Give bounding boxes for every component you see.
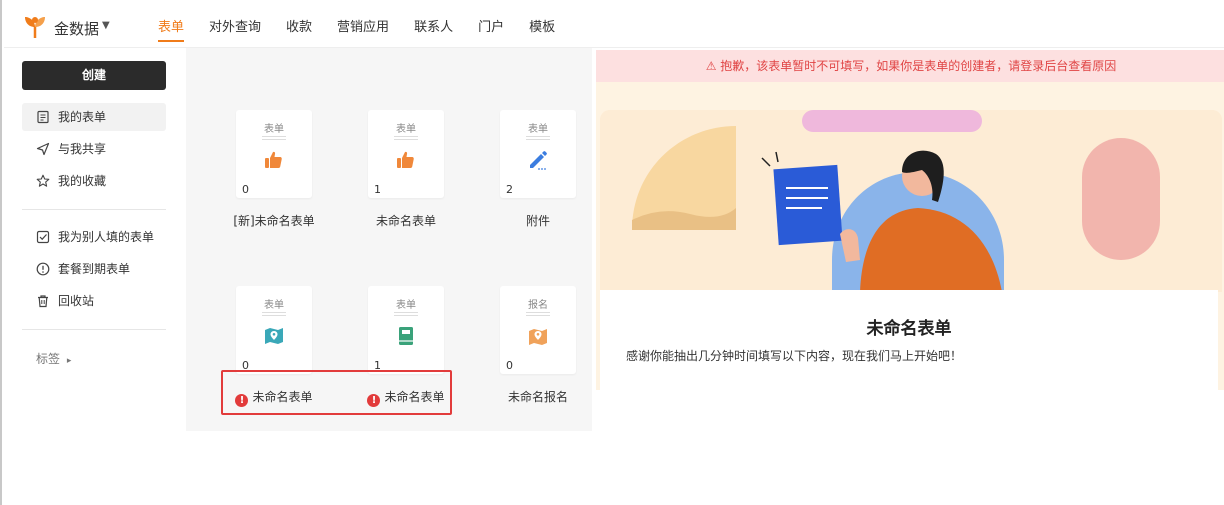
form-submission-count: 0: [242, 183, 249, 196]
form-submission-count: 1: [374, 183, 381, 196]
tags-label: 标签: [36, 352, 61, 366]
book-icon: [399, 327, 413, 345]
form-type-label: 表单: [264, 124, 284, 135]
form-title: 未命名表单: [866, 319, 952, 339]
sidebar-item-label: 我为别人填的表单: [58, 230, 155, 244]
form-name-text: 未命名表单: [375, 214, 436, 228]
sidebar-divider: [22, 209, 166, 210]
nav-tab-forms[interactable]: 表单: [158, 0, 185, 48]
form-submission-count: 2: [506, 183, 513, 196]
sidebar-item-label: 我的收藏: [58, 174, 107, 188]
map-pin-icon: [265, 328, 283, 344]
nav-tab-templates[interactable]: 模板: [529, 0, 555, 48]
sidebar-item-recycle-bin[interactable]: 回收站: [22, 287, 166, 315]
form-name[interactable]: 未命名报名: [478, 388, 598, 405]
brand-logo-icon: [25, 17, 45, 38]
nav-tab-contacts[interactable]: 联系人: [414, 0, 453, 48]
checkbox-icon: [36, 230, 50, 244]
workspace-name[interactable]: 金数据: [54, 18, 99, 39]
exclamation-circle-icon: [36, 262, 50, 276]
star-icon: [36, 174, 50, 187]
create-button[interactable]: 创建: [22, 61, 166, 90]
form-type-label: 表单: [264, 300, 284, 311]
form-card[interactable]: 表单 2: [500, 110, 576, 198]
form-card[interactable]: 表单 0: [236, 110, 312, 198]
card-divider: [262, 136, 286, 140]
form-card[interactable]: 表单 1: [368, 286, 444, 374]
form-type-label: 报名: [528, 300, 548, 311]
workspace-dropdown-caret-icon[interactable]: ▼: [102, 20, 110, 31]
tags-toggle[interactable]: 标签 ▸: [36, 350, 71, 367]
main-nav: 表单 对外查询 收款 营销应用 联系人 门户 模板: [158, 0, 580, 48]
sidebar-item-label: 我的表单: [58, 110, 107, 124]
app-window: 金数据 ▼ 表单 对外查询 收款 营销应用 联系人 门户 模板 创建 我的表单 …: [0, 0, 1224, 505]
document-icon: [37, 110, 49, 124]
top-navigation: 金数据 ▼ 表单 对外查询 收款 营销应用 联系人 门户 模板: [4, 0, 1224, 48]
card-divider: [526, 312, 550, 316]
sidebar-item-favorites[interactable]: 我的收藏: [22, 167, 166, 195]
location-icon: [529, 329, 547, 345]
form-card[interactable]: 报名 0: [500, 286, 576, 374]
card-divider: [394, 136, 418, 140]
form-card[interactable]: 表单 0: [236, 286, 312, 374]
form-card[interactable]: 表单 1: [368, 110, 444, 198]
form-preview: ⚠ 抱歉，该表单暂时不可填写，如果你是表单的创建者，请登录后台查看原因 未命名表…: [596, 50, 1224, 390]
nav-tab-payments[interactable]: 收款: [286, 0, 312, 48]
sidebar-item-label: 回收站: [58, 294, 95, 308]
nav-tab-external-query[interactable]: 对外查询: [209, 0, 261, 48]
form-type-label: 表单: [528, 124, 548, 135]
sidebar-item-my-forms[interactable]: 我的表单: [22, 103, 166, 131]
caret-right-icon: ▸: [66, 356, 72, 366]
form-description: 感谢你能抽出几分钟时间填写以下内容，现在我们马上开始吧！: [626, 349, 963, 363]
form-banner-illustration: [600, 110, 1222, 292]
pen-icon: [530, 151, 547, 170]
form-submission-count: 0: [506, 359, 513, 372]
sidebar-item-label: 与我共享: [58, 142, 107, 156]
thumbs-up-icon: [265, 151, 282, 168]
highlight-annotation-box: [221, 370, 452, 415]
sidebar-item-shared-with-me[interactable]: 与我共享: [22, 135, 166, 163]
form-name-text: 未命名报名: [507, 390, 568, 404]
thumbs-up-icon: [397, 151, 414, 168]
nav-tab-marketing[interactable]: 营销应用: [337, 0, 389, 48]
sidebar-item-filled-for-others[interactable]: 我为别人填的表单: [22, 223, 166, 251]
form-name-text: [新]未命名表单: [233, 214, 315, 228]
card-divider: [262, 312, 286, 316]
sidebar: 创建 我的表单 与我共享 我的收藏 我为别人填的表单 套餐到期表单 回收站 标签…: [4, 48, 184, 505]
banner-illustration: [600, 110, 1222, 292]
sidebar-item-label: 套餐到期表单: [58, 262, 131, 276]
card-divider: [394, 312, 418, 316]
form-name-text: 附件: [525, 214, 550, 228]
trash-icon: [38, 295, 48, 308]
card-divider: [526, 136, 550, 140]
form-header-card: 未命名表单 感谢你能抽出几分钟时间填写以下内容，现在我们马上开始吧！: [600, 290, 1218, 390]
form-name[interactable]: 附件: [478, 212, 598, 229]
nav-tab-portal[interactable]: 门户: [478, 0, 504, 48]
send-icon: [36, 142, 50, 156]
sidebar-divider: [22, 329, 166, 330]
form-type-label: 表单: [396, 300, 416, 311]
unavailable-alert: ⚠ 抱歉，该表单暂时不可填写，如果你是表单的创建者，请登录后台查看原因: [596, 50, 1224, 82]
form-name[interactable]: [新]未命名表单: [214, 212, 334, 229]
sidebar-item-expired-plan-forms[interactable]: 套餐到期表单: [22, 255, 166, 283]
form-type-label: 表单: [396, 124, 416, 135]
form-name[interactable]: 未命名表单: [346, 212, 466, 229]
